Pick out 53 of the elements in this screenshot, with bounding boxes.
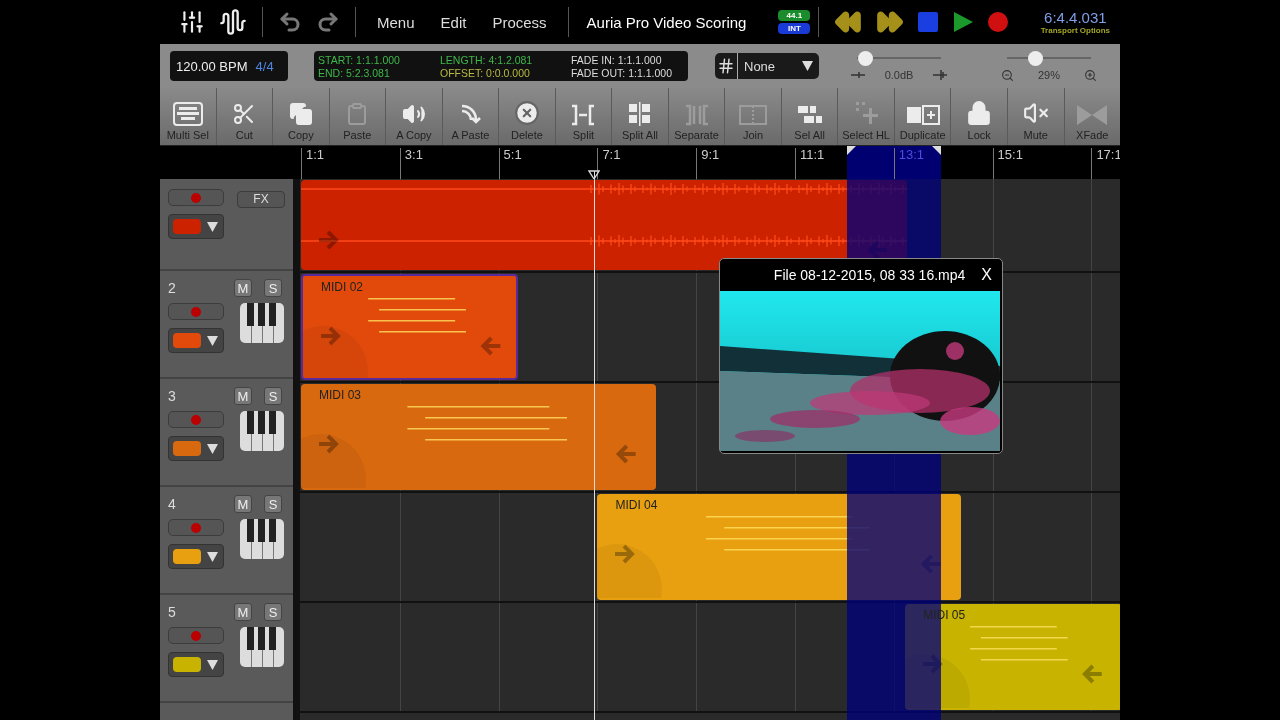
track-m-toggle[interactable]: M — [234, 603, 252, 621]
zoom-reading: 29% — [1038, 69, 1060, 81]
track-s-toggle[interactable]: S — [264, 495, 282, 513]
toolbar-button[interactable]: Sel All — [781, 88, 839, 145]
volume-reading: 0.0dB — [884, 69, 914, 81]
track-s-toggle[interactable]: S — [264, 387, 282, 405]
toolbar-button[interactable]: Copy — [273, 88, 330, 145]
track-number: 3 — [168, 388, 177, 404]
video-window[interactable]: File 08-12-2015, 08 33 16.mp4 X — [719, 258, 1003, 454]
toolbar-button[interactable]: Split — [555, 88, 613, 145]
close-button[interactable]: X — [979, 266, 994, 284]
sample-rate-badge[interactable]: 44.1 — [778, 10, 811, 21]
track-number: 4 — [168, 496, 177, 512]
transport-options-link[interactable]: Transport Options — [1040, 26, 1110, 35]
fx-button[interactable]: FX — [237, 190, 285, 208]
track-m-toggle[interactable]: M — [234, 279, 252, 297]
toolbar-button[interactable]: A Copy — [386, 88, 443, 145]
clip-name: MIDI 02 — [321, 280, 363, 294]
region-start: START: 1:1.1.000 — [318, 54, 401, 67]
toolbar-button[interactable]: Multi Sel — [160, 88, 217, 145]
snap-select[interactable]: None — [737, 53, 819, 79]
track-number: 2 — [168, 280, 177, 296]
toolbar-button[interactable]: Split All — [612, 88, 669, 145]
time-counter: 6:4.4.031 — [1044, 9, 1107, 26]
track-m-toggle[interactable]: M — [234, 495, 252, 513]
region-end: END: 5:2.3.081 — [318, 66, 391, 79]
menu-item[interactable]: Menu — [364, 13, 428, 31]
toolbar-button[interactable]: Duplicate — [894, 88, 952, 145]
project-title: Auria Pro Video Scoring — [585, 13, 748, 31]
tempo-display[interactable]: 120.00 BPM 4/4 — [170, 51, 288, 81]
toolbar-button[interactable]: Delete — [499, 88, 556, 145]
region-length: LENGTH: 4:1.2.081 — [440, 54, 534, 67]
track-s-toggle[interactable]: S — [264, 603, 282, 621]
toolbar-button[interactable]: Cut — [216, 88, 274, 145]
time-signature: 4/4 — [255, 58, 274, 74]
tempo-text: 120.00 BPM — [176, 58, 248, 74]
clip-name: MIDI 04 — [615, 498, 658, 512]
fade-out: FADE OUT: 1:1.1.000 — [571, 66, 673, 79]
toolbar-button[interactable]: Lock — [951, 88, 1008, 145]
track-number: 5 — [168, 604, 177, 620]
video-title: File 08-12-2015, 08 33 16.mp4 — [773, 267, 966, 283]
clip-name: MIDI 03 — [319, 388, 361, 402]
midi-clip[interactable]: MIDI 02 — [301, 274, 519, 380]
toolbar-button[interactable]: A Paste — [442, 88, 500, 145]
track-s-toggle[interactable]: S — [264, 279, 282, 297]
track-m-toggle[interactable]: M — [234, 387, 252, 405]
fade-in: FADE IN: 1:1.1.000 — [571, 54, 663, 67]
clock-source-badge[interactable]: INT — [778, 23, 811, 34]
midi-clip[interactable]: MIDI 03 — [301, 384, 656, 490]
toolbar-button[interactable]: Mute — [1007, 88, 1065, 145]
region-offset: OFFSET: 0:0.0.000 — [440, 66, 531, 79]
menu-item[interactable]: Edit — [427, 13, 480, 31]
menu-item[interactable]: Process — [479, 13, 560, 31]
